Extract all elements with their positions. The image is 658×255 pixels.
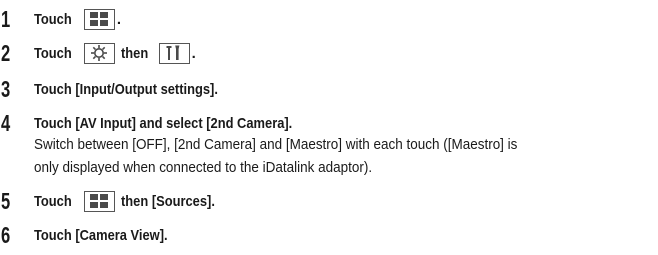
settings-gear-icon bbox=[83, 42, 115, 64]
step-text: Touch . bbox=[34, 6, 121, 32]
step-text: Touch [AV Input] and select [2nd Camera]… bbox=[34, 110, 334, 136]
menu-grid-icon bbox=[83, 8, 115, 30]
step-label: Touch [AV Input] and select [2nd Camera]… bbox=[34, 114, 293, 132]
step-text: Touch then [Sources]. bbox=[34, 188, 230, 214]
step-period: . bbox=[191, 44, 196, 62]
step-label: Touch bbox=[34, 10, 72, 28]
description-line: Switch between [OFF], [2nd Camera] and [… bbox=[34, 137, 518, 153]
step-label-after: then [Sources]. bbox=[120, 192, 215, 210]
step-number: 5 bbox=[1, 188, 11, 214]
instruction-steps: 1 Touch . 2 Touch then . 3 Touch [Input/… bbox=[0, 0, 658, 255]
step-label: Touch bbox=[34, 44, 72, 62]
step-label: Touch bbox=[34, 192, 72, 210]
step-text: Touch [Input/Output settings]. bbox=[34, 76, 248, 102]
description-line: only displayed when connected to the iDa… bbox=[34, 160, 373, 176]
tools-icon bbox=[158, 42, 190, 64]
step-number: 4 bbox=[1, 110, 11, 136]
step-number: 6 bbox=[1, 222, 11, 248]
step-label: Touch [Camera View]. bbox=[34, 226, 168, 244]
step-text: Touch then . bbox=[34, 40, 196, 66]
step-period: . bbox=[116, 10, 122, 28]
step-number: 3 bbox=[1, 76, 11, 102]
step-text: Touch [Camera View]. bbox=[34, 222, 189, 248]
step-number: 2 bbox=[1, 40, 11, 66]
step-description: Switch between [OFF], [2nd Camera] and [… bbox=[34, 134, 654, 180]
menu-grid-icon bbox=[83, 190, 115, 212]
step-then: then bbox=[120, 44, 149, 62]
step-number: 1 bbox=[1, 6, 11, 32]
step-label: Touch [Input/Output settings]. bbox=[34, 80, 218, 98]
